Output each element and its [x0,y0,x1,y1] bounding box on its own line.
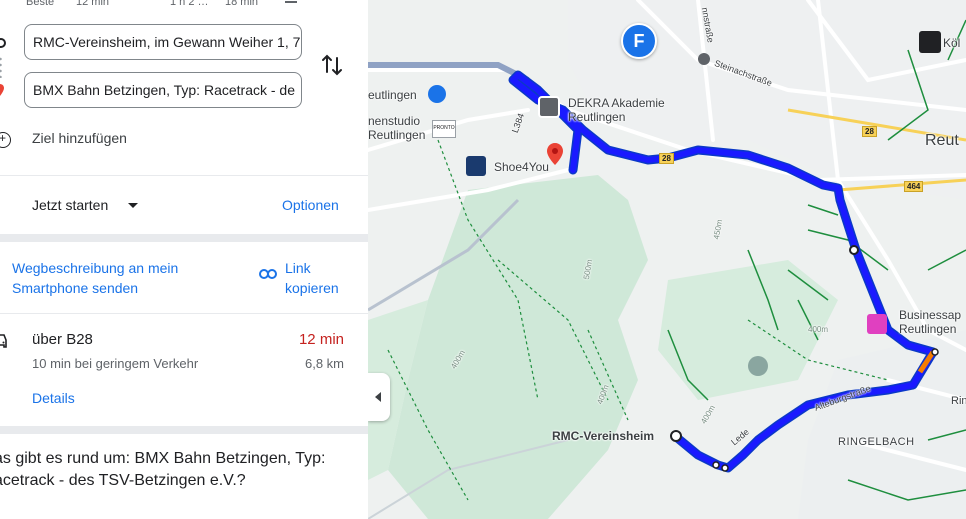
collapse-panel-button[interactable] [368,373,390,421]
elevation-400-label: 400m [808,325,829,334]
rmc-vereinsheim-label[interactable]: RMC-Vereinsheim [552,429,654,443]
add-destination-link[interactable]: Ziel hinzufügen [32,130,127,146]
mode-car[interactable]: 12 min [76,0,109,8]
mode-bike[interactable]: 18 min [225,0,258,8]
mode-more-dash [285,1,297,3]
directions-panel: Beste 12 min 1 h 2 … 18 min RMC-Vereinsh… [0,0,369,519]
mode-best[interactable]: Beste [26,0,54,8]
divider [0,234,368,242]
about-heading: as gibt es rund um: BMX Bahn Betzingen, … [0,450,326,489]
map-marker-f[interactable]: F [621,23,657,59]
shoe4you-label[interactable]: Shoe4You [494,160,549,174]
b28-shield: 28 [659,153,674,164]
divider [0,175,368,176]
route-traffic-note: 10 min bei geringem Verkehr [32,356,199,371]
school-poi-icon[interactable] [748,356,768,376]
shoe-store-poi-icon[interactable] [466,156,486,176]
car-icon [0,334,7,348]
options-button[interactable]: Optionen [282,197,339,213]
origin-input[interactable]: RMC-Vereinsheim, im Gewann Weiher 1, 7 [24,24,302,60]
studio-label[interactable]: nenstudio Reutlingen [368,114,448,142]
send-to-phone-link[interactable]: Wegbeschreibung an mein Smartphone sende… [12,258,212,298]
dekra-label[interactable]: DEKRA Akademie Reutlingen [568,96,688,124]
depart-time-dropdown[interactable]: Jetzt starten [32,197,108,213]
route-duration: 12 min [298,331,344,348]
businessapt-label[interactable]: Businessap Reutlingen [899,308,966,336]
route-distance: 6,8 km [304,356,344,371]
ring-label: Ring [951,395,966,407]
destination-pin-icon [0,84,4,96]
route-details-link[interactable]: Details [32,390,75,406]
caret-down-icon[interactable] [128,203,138,208]
destination-input[interactable]: BMX Bahn Betzingen, Typ: Racetrack - de [24,72,302,108]
koln-label: Köl [943,36,961,50]
reutlingen-partial-label: eutlingen [368,88,417,102]
ringelbach-label: RINGELBACH [838,436,915,448]
origin-value: RMC-Vereinsheim, im Gewann Weiher 1, 7 [33,34,301,50]
dekra-poi-icon[interactable] [538,96,560,118]
route-via[interactable]: über B28 [32,331,93,348]
b28-shield: 28 [862,126,877,137]
mode-transit[interactable]: 1 h 2 … [170,0,209,8]
divider [0,313,368,314]
copy-link-button[interactable]: Link kopieren [285,258,355,298]
divider [0,426,368,434]
swap-direction-icon[interactable] [320,52,344,78]
travel-mode-row: Beste 12 min 1 h 2 … 18 min [0,0,368,10]
reutlingen-city-label: Reut [925,132,959,149]
destination-value: BMX Bahn Betzingen, Typ: Racetrack - de [33,82,295,98]
transit-poi-icon[interactable] [698,53,710,65]
route-connector-dots [0,56,2,78]
hotel-poi-icon[interactable] [867,314,887,334]
link-icon[interactable] [259,268,277,280]
map-canvas[interactable]: PRONTO F DEKRA Akademie Reutlingen nenst… [368,0,966,519]
add-destination-icon [0,131,11,148]
kolle-zoo-poi-icon[interactable] [919,31,941,53]
origin-circle-icon [0,38,6,48]
b464-shield: 464 [904,181,924,192]
lock-poi-icon[interactable] [428,85,446,103]
